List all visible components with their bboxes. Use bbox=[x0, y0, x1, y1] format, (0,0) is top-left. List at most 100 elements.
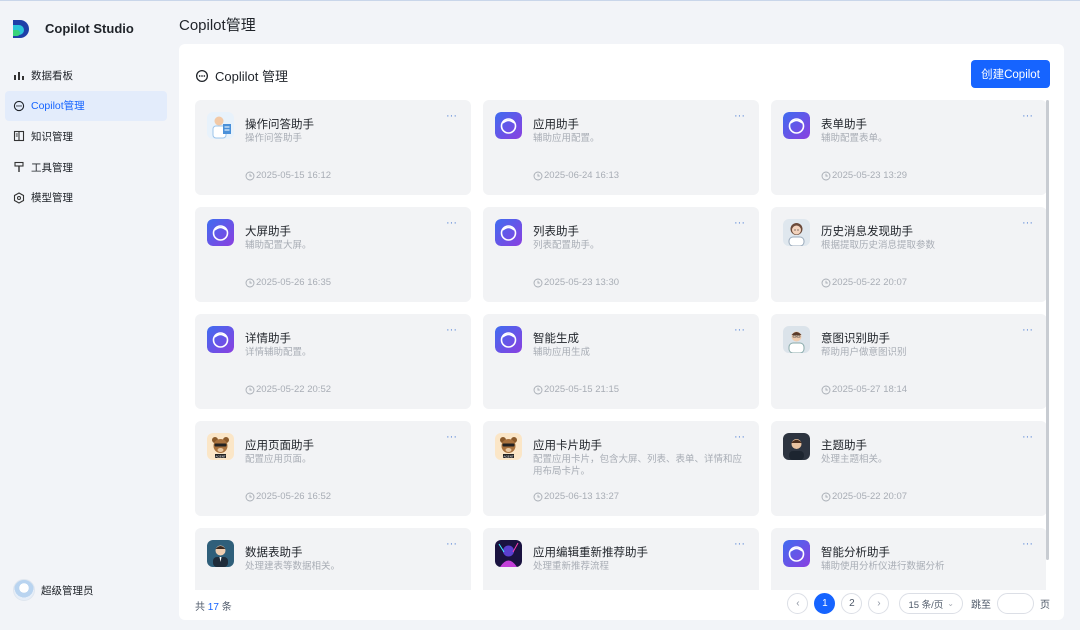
sidebar-item-tools[interactable]: 工具管理 bbox=[5, 152, 167, 182]
clock-icon bbox=[245, 278, 255, 287]
prev-page-button[interactable]: ‹ bbox=[787, 593, 809, 614]
create-copilot-button[interactable]: 创建Copilot bbox=[971, 60, 1050, 88]
card-name: 应用助手 bbox=[533, 119, 579, 131]
page-button-2[interactable]: 2 bbox=[841, 593, 863, 614]
page-unit-label: 页 bbox=[1040, 600, 1050, 611]
card-timestamp: 2025-05-23 13:30 bbox=[533, 277, 619, 288]
card-name: 数据表助手 bbox=[245, 547, 303, 559]
card-name: 详情助手 bbox=[245, 333, 291, 345]
card-description: 辅助配置大屏。 bbox=[245, 240, 312, 251]
more-options-icon[interactable]: ··· bbox=[1022, 217, 1033, 229]
copilot-card[interactable]: AGENT 应用页面助手 配置应用页面。 ··· 2025-05-26 16:52 bbox=[195, 421, 471, 516]
more-options-icon[interactable]: ··· bbox=[446, 217, 457, 229]
purple-orb-avatar bbox=[495, 112, 522, 139]
pagination: ‹ 1 2 › 15 条/页 ⌄ 跳至 页 bbox=[787, 593, 1050, 614]
card-description: 处理主题相关。 bbox=[821, 454, 888, 465]
scrollbar-thumb[interactable] bbox=[1046, 100, 1049, 560]
card-timestamp: 2025-05-22 20:07 bbox=[821, 491, 907, 502]
sidebar-item-label: 数据看板 bbox=[31, 69, 73, 82]
dark-man-avatar bbox=[783, 433, 810, 460]
user-name: 超级管理员 bbox=[41, 584, 94, 597]
copilot-card[interactable]: 应用编辑重新推荐助手 处理重新推荐流程 ··· bbox=[483, 528, 759, 590]
man-avatar bbox=[783, 326, 810, 353]
copilot-card[interactable]: 智能生成 辅助应用生成 ··· 2025-05-15 21:15 bbox=[483, 314, 759, 409]
scrollbar[interactable] bbox=[1046, 100, 1050, 560]
copilot-card[interactable]: 大屏助手 辅助配置大屏。 ··· 2025-05-26 16:35 bbox=[195, 207, 471, 302]
card-timestamp: 2025-06-24 16:13 bbox=[533, 170, 619, 181]
jump-label: 跳至 bbox=[971, 600, 991, 611]
copilot-card[interactable]: 列表助手 列表配置助手。 ··· 2025-05-23 13:30 bbox=[483, 207, 759, 302]
more-options-icon[interactable]: ··· bbox=[1022, 431, 1033, 443]
page-button-1[interactable]: 1 bbox=[814, 593, 836, 614]
bear-agent-avatar: AGENT bbox=[495, 433, 522, 460]
copilot-studio-logo-icon bbox=[13, 20, 29, 38]
card-description: 处理建表等数据相关。 bbox=[245, 561, 341, 572]
purple-orb-avatar bbox=[783, 540, 810, 567]
bar-chart-icon bbox=[13, 69, 25, 81]
chat-bubble-icon bbox=[195, 69, 209, 82]
more-options-icon[interactable]: ··· bbox=[446, 110, 457, 122]
more-options-icon[interactable]: ··· bbox=[1022, 538, 1033, 550]
more-options-icon[interactable]: ··· bbox=[734, 110, 745, 122]
next-page-button[interactable]: › bbox=[868, 593, 890, 614]
purple-orb-avatar bbox=[207, 219, 234, 246]
svg-text:AGENT: AGENT bbox=[215, 454, 225, 458]
card-name: 智能分析助手 bbox=[821, 547, 890, 559]
sidebar-item-label: 模型管理 bbox=[31, 192, 73, 205]
card-name: 主题助手 bbox=[821, 440, 867, 452]
card-timestamp: 2025-05-15 21:15 bbox=[533, 384, 619, 395]
copilot-card[interactable]: AGENT 应用卡片助手 配置应用卡片，包含大屏、列表、表单、详情和应用布局卡片。 ·… bbox=[483, 421, 759, 516]
card-description: 辅助使用分析仪进行数据分析 bbox=[821, 561, 945, 572]
card-description: 操作问答助手 bbox=[245, 133, 303, 144]
purple-orb-avatar bbox=[783, 112, 810, 139]
card-name: 列表助手 bbox=[533, 226, 579, 238]
card-timestamp: 2025-05-22 20:52 bbox=[245, 384, 331, 395]
card-timestamp: 2025-05-15 16:12 bbox=[245, 170, 331, 181]
copilot-card[interactable]: 表单助手 辅助配置表单。 ··· 2025-05-23 13:29 bbox=[771, 100, 1046, 195]
sidebar-item-models[interactable]: 模型管理 bbox=[5, 183, 167, 213]
purple-orb-avatar bbox=[207, 326, 234, 353]
bear-agent-avatar: AGENT bbox=[207, 433, 234, 460]
avatar bbox=[13, 579, 35, 601]
clock-icon bbox=[245, 492, 255, 501]
sidebar-item-dashboard[interactable]: 数据看板 bbox=[5, 60, 167, 90]
brand[interactable]: Copilot Studio bbox=[0, 1, 172, 55]
copilot-card[interactable]: 主题助手处理主题相关。 ··· 2025-05-22 20:07 bbox=[771, 421, 1046, 516]
sidebar-item-label: 知识管理 bbox=[31, 130, 73, 143]
clock-icon bbox=[533, 278, 543, 287]
more-options-icon[interactable]: ··· bbox=[734, 324, 745, 336]
total-count: 共 17 条 bbox=[195, 602, 232, 613]
user-profile[interactable]: 超级管理员 bbox=[13, 579, 94, 601]
doctor-avatar bbox=[207, 112, 234, 139]
more-options-icon[interactable]: ··· bbox=[1022, 324, 1033, 336]
more-options-icon[interactable]: ··· bbox=[446, 431, 457, 443]
card-name: 历史消息发现助手 bbox=[821, 226, 913, 238]
card-description: 辅助应用配置。 bbox=[533, 133, 600, 144]
clock-icon bbox=[821, 385, 831, 394]
copilot-card[interactable]: 意图识别助手 帮助用户做意图识别 ··· 2025-05-27 18:14 bbox=[771, 314, 1046, 409]
card-name: 表单助手 bbox=[821, 119, 867, 131]
more-options-icon[interactable]: ··· bbox=[1022, 110, 1033, 122]
more-options-icon[interactable]: ··· bbox=[446, 324, 457, 336]
card-name: 应用页面助手 bbox=[245, 440, 314, 452]
jump-page-input[interactable] bbox=[997, 593, 1034, 614]
sidebar-item-copilot[interactable]: Copilot管理 bbox=[5, 90, 167, 121]
copilot-card[interactable]: 历史消息发现助手 根据提取历史消息提取参数 ··· 2025-05-22 20:07 bbox=[771, 207, 1046, 302]
page-size-select[interactable]: 15 条/页 ⌄ bbox=[899, 593, 963, 614]
sidebar-nav: 数据看板 Copilot管理 知识管理 工具管理 模型管理 bbox=[0, 60, 172, 213]
copilot-card[interactable]: 智能分析助手辅助使用分析仪进行数据分析 ··· bbox=[771, 528, 1046, 590]
more-options-icon[interactable]: ··· bbox=[734, 538, 745, 550]
copilot-card[interactable]: 操作问答助手 操作问答助手 ··· 2025-05-15 16:12 bbox=[195, 100, 471, 195]
more-options-icon[interactable]: ··· bbox=[734, 217, 745, 229]
chevron-down-icon: ⌄ bbox=[947, 599, 954, 608]
panel-header: Coplilot 管理 bbox=[195, 66, 288, 85]
copilot-card[interactable]: 数据表助手处理建表等数据相关。 ··· bbox=[195, 528, 471, 590]
card-description: 帮助用户做意图识别 bbox=[821, 347, 907, 358]
sidebar-item-knowledge[interactable]: 知识管理 bbox=[5, 121, 167, 151]
card-description: 详情辅助配置。 bbox=[245, 347, 312, 358]
copilot-card[interactable]: 应用助手辅助应用配置。 ··· 2025-06-24 16:13 bbox=[483, 100, 759, 195]
card-name: 大屏助手 bbox=[245, 226, 291, 238]
more-options-icon[interactable]: ··· bbox=[446, 538, 457, 550]
copilot-card[interactable]: 详情助手详情辅助配置。 ··· 2025-05-22 20:52 bbox=[195, 314, 471, 409]
more-options-icon[interactable]: ··· bbox=[734, 431, 745, 443]
